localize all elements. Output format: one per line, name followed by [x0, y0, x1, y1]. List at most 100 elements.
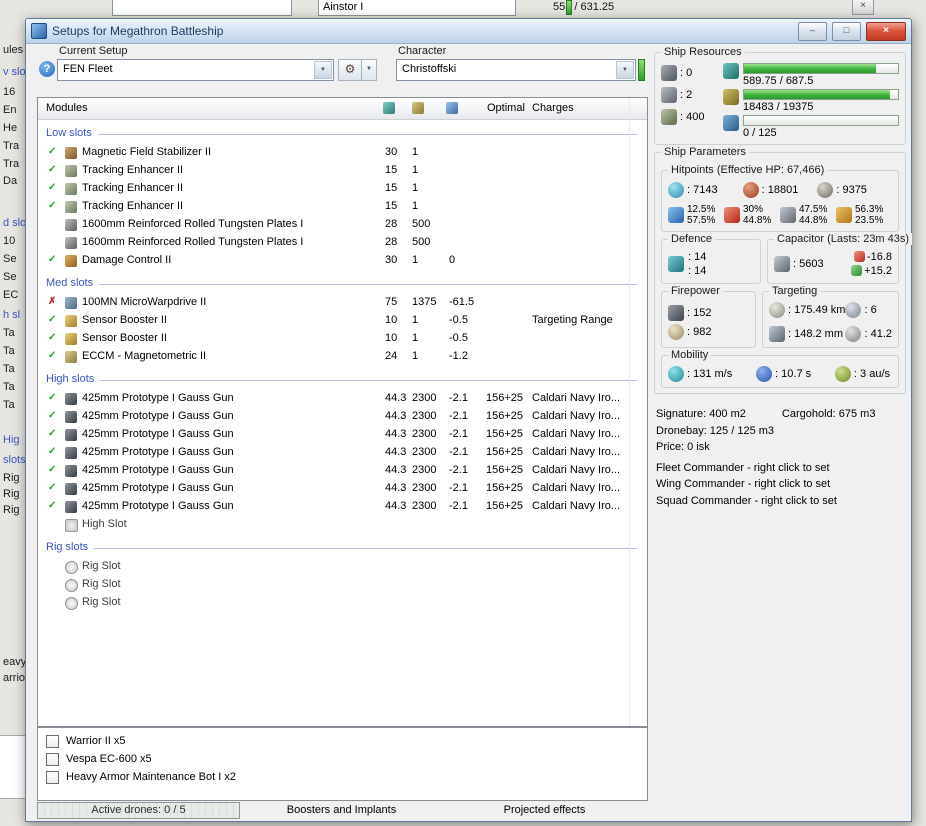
slot-section-line: [94, 547, 637, 549]
rig-slot-icon: [65, 561, 78, 574]
module-powergrid: 1375: [412, 296, 437, 308]
module-optimal: 156+25: [486, 500, 524, 512]
module-row[interactable]: ✓ ECCM - Magnetometric II 24 1 -1.2: [38, 348, 647, 366]
background-character-combobox: Ainstor I: [318, 0, 516, 16]
projected-effects-tab[interactable]: Projected effects: [443, 802, 646, 818]
setup-window: Setups for Megathron Battleship – □ × Cu…: [25, 18, 913, 822]
module-row[interactable]: ✓ 425mm Prototype I Gauss Gun 44.3 2300 -2.1…: [38, 426, 647, 444]
current-setup-label: Current Setup: [59, 45, 128, 57]
background-fragment: Se: [3, 253, 17, 265]
module-row[interactable]: ✓ 425mm Prototype I Gauss Gun 44.3 2300 -2.1…: [38, 462, 647, 480]
turret-hardpoints-value: : 0: [680, 67, 693, 79]
slot-section-header: Low slots: [38, 120, 647, 144]
module-name: Tracking Enhancer II: [82, 164, 184, 176]
desktop: Ainstor I 555 / 631.25 × ules v slot 16 En H…: [0, 0, 926, 826]
background-fragment: He: [3, 122, 18, 134]
module-row[interactable]: Rig Slot: [38, 558, 647, 576]
background-fragment: En: [3, 104, 17, 116]
module-row[interactable]: ✓ Sensor Booster II 10 1 -0.5 Targeting Range: [38, 312, 647, 330]
drone-row[interactable]: Heavy Armor Maintenance Bot I x2: [38, 768, 647, 786]
module-name: Tracking Enhancer II: [82, 200, 184, 212]
drone-checkbox[interactable]: [46, 734, 59, 748]
background-fragment: Ta: [3, 327, 15, 339]
setup-tools-button[interactable]: ⚙ ▼: [338, 59, 377, 81]
chevron-down-icon[interactable]: ▼: [362, 59, 377, 81]
tools-icon[interactable]: ⚙: [338, 59, 362, 81]
background-fragment: Ta: [3, 381, 15, 393]
module-row[interactable]: 1600mm Reinforced Rolled Tungsten Plates…: [38, 216, 647, 234]
module-row[interactable]: 1600mm Reinforced Rolled Tungsten Plates…: [38, 234, 647, 252]
module-name: Rig Slot: [82, 560, 121, 572]
turret-damage-icon: [668, 305, 684, 321]
drone-row[interactable]: Warrior II x5: [38, 732, 647, 750]
boosters-implants-tab[interactable]: Boosters and Implants: [240, 802, 443, 818]
close-button[interactable]: ×: [866, 21, 906, 41]
module-row[interactable]: ✓ 425mm Prototype I Gauss Gun 44.3 2300 -2.1…: [38, 480, 647, 498]
drone-checkbox[interactable]: [46, 752, 59, 766]
defence-label: Defence: [668, 233, 715, 245]
chevron-down-icon[interactable]: ▼: [616, 61, 634, 79]
railgun-icon: [65, 447, 77, 459]
optimal-column-header: Optimal: [487, 102, 525, 114]
tracking-enhancer-icon: [65, 183, 77, 195]
module-row[interactable]: ✓ Damage Control II 30 1 0: [38, 252, 647, 270]
module-powergrid: 2300: [412, 500, 437, 512]
module-row[interactable]: ✓ Magnetic Field Stabilizer II 30 1: [38, 144, 647, 162]
squad-commander-setter[interactable]: Squad Commander - right click to set: [656, 493, 906, 510]
drone-row[interactable]: Vespa EC-600 x5: [38, 750, 647, 768]
module-row[interactable]: ✓ Sensor Booster II 10 1 -0.5: [38, 330, 647, 348]
eccm-icon: [65, 351, 77, 363]
em-resist-shield: 12.5%: [687, 204, 716, 215]
wing-commander-setter[interactable]: Wing Commander - right click to set: [656, 476, 906, 493]
module-cpu: 30: [385, 146, 398, 158]
hitpoints-label: Hitpoints (Effective HP: 67,466): [668, 164, 828, 176]
help-icon[interactable]: ?: [39, 61, 55, 77]
railgun-icon: [65, 501, 77, 513]
module-row[interactable]: Rig Slot: [38, 594, 647, 612]
module-cap-use: -2.1: [449, 428, 468, 440]
drone-checkbox[interactable]: [46, 770, 59, 784]
fleet-commander-setter[interactable]: Fleet Commander - right click to set: [656, 460, 906, 477]
module-row[interactable]: ✓ Tracking Enhancer II 15 1: [38, 180, 647, 198]
kinetic-resist-icon: [780, 207, 796, 223]
current-setup-dropdown[interactable]: FEN Fleet ▼: [57, 59, 334, 81]
module-cpu: 15: [385, 164, 398, 176]
module-powergrid: 2300: [412, 410, 437, 422]
armor-hp: : 18801: [761, 184, 799, 196]
module-row[interactable]: ✓ 425mm Prototype I Gauss Gun 44.3 2300 -2.1…: [38, 444, 647, 462]
module-row[interactable]: ✓ Tracking Enhancer II 15 1: [38, 162, 647, 180]
module-cap-use: -0.5: [449, 332, 468, 344]
drone-bandwidth-icon: [723, 115, 739, 131]
drone-list: Warrior II x5 Vespa EC-600 x5 Heavy Armor …: [38, 732, 647, 786]
chevron-down-icon[interactable]: ▼: [314, 61, 332, 79]
module-name: 425mm Prototype I Gauss Gun: [82, 464, 234, 476]
module-row[interactable]: ✓ 425mm Prototype I Gauss Gun 44.3 2300 -2.1…: [38, 408, 647, 426]
armor-plate-icon: [65, 237, 77, 249]
rig-slot-icon: [65, 579, 78, 592]
module-row[interactable]: ✓ Tracking Enhancer II 15 1: [38, 198, 647, 216]
character-dropdown[interactable]: Christoffski ▼: [396, 59, 636, 81]
background-fragment: 16: [3, 86, 16, 98]
module-cpu: 44.3: [385, 482, 407, 494]
module-row[interactable]: Rig Slot: [38, 576, 647, 594]
module-charges: Caldari Navy Iro...: [532, 392, 621, 404]
background-fragment: Rig: [3, 504, 20, 516]
cargohold-text: Cargohold: 675 m3: [781, 408, 876, 420]
active-drones-bar[interactable]: Active drones: 0 / 5: [37, 801, 240, 819]
module-row[interactable]: High Slot: [38, 516, 647, 534]
module-name: 425mm Prototype I Gauss Gun: [82, 482, 234, 494]
module-cpu: 44.3: [385, 392, 407, 404]
maximize-button[interactable]: □: [832, 21, 861, 41]
module-row[interactable]: ✓ 425mm Prototype I Gauss Gun 44.3 2300 -2.1…: [38, 390, 647, 408]
dps-value: : 982: [687, 326, 712, 338]
module-cpu: 44.3: [385, 500, 407, 512]
title-bar[interactable]: Setups for Megathron Battleship – □ ×: [26, 19, 911, 44]
minimize-button[interactable]: –: [798, 21, 827, 41]
module-powergrid: 1: [412, 146, 419, 158]
background-fragment: Ta: [3, 345, 15, 357]
tracking-enhancer-icon: [65, 201, 77, 213]
module-row[interactable]: ✗ 100MN MicroWarpdrive II 75 1375 -61.5: [38, 294, 647, 312]
module-row[interactable]: ✓ 425mm Prototype I Gauss Gun 44.3 2300 -2.1…: [38, 498, 647, 516]
module-name: High Slot: [82, 518, 127, 530]
background-fragment: h sl: [3, 309, 21, 321]
